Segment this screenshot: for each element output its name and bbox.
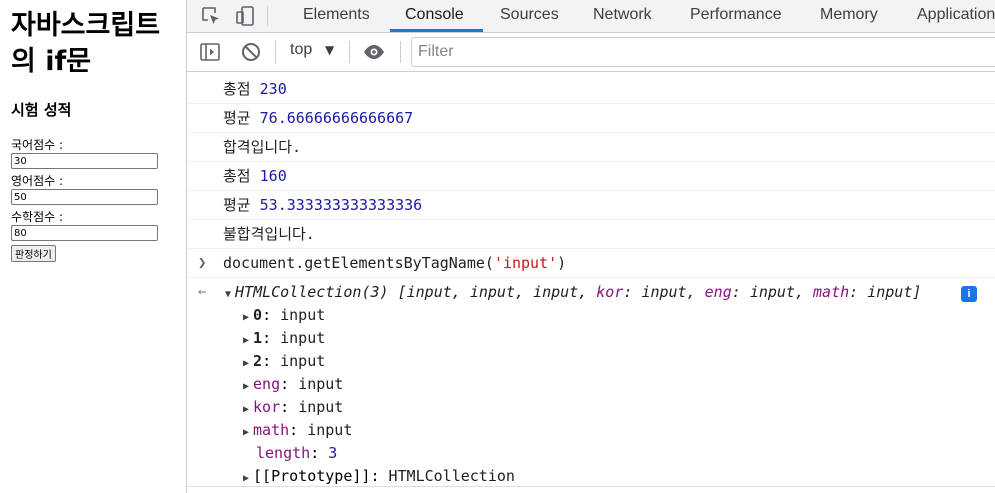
- toolbar-separator: [275, 41, 276, 63]
- tab-memory[interactable]: Memory: [820, 0, 878, 32]
- tab-elements[interactable]: Elements: [303, 0, 370, 32]
- collection-prop[interactable]: ▶ eng: input: [243, 373, 343, 396]
- devtools-panel: Elements Console Sources Network Perform…: [187, 0, 995, 493]
- log-row: 평균 76.66666666666667: [187, 104, 995, 133]
- console-bottom-border: [187, 486, 995, 487]
- log-label: 불합격입니다.: [223, 225, 315, 243]
- page-title: 자바스크립트의 if문: [11, 10, 161, 77]
- device-toolbar-icon[interactable]: [233, 4, 257, 28]
- log-label: 총점: [223, 80, 251, 98]
- log-row: 불합격입니다.: [187, 220, 995, 249]
- devtools-tabbar: Elements Console Sources Network Perform…: [187, 0, 995, 33]
- prompt-chevron-icon: ❯: [198, 255, 207, 271]
- collection-prop[interactable]: ▶ math: input: [243, 419, 352, 442]
- math-score-label: 수학점수 :: [11, 210, 64, 224]
- clear-console-icon[interactable]: [239, 40, 263, 64]
- tab-console[interactable]: Console: [405, 0, 464, 32]
- english-score-input[interactable]: [11, 189, 158, 205]
- page-viewport: 자바스크립트의 if문 시험 성적 국어점수 : 영어점수 : 수학점수 : 판…: [0, 0, 186, 493]
- inspect-element-icon[interactable]: [199, 4, 223, 28]
- log-value: 230: [259, 80, 287, 98]
- tabbar-separator: [267, 6, 268, 26]
- toolbar-separator: [400, 41, 401, 63]
- collection-prop[interactable]: ▶ 0: input: [243, 304, 325, 327]
- log-label: 평균: [223, 196, 251, 214]
- log-row: 평균 53.333333333333336: [187, 191, 995, 220]
- active-tab-indicator: [390, 29, 483, 32]
- log-row: 총점 160: [187, 162, 995, 191]
- collection-prop[interactable]: ▶ 1: input: [243, 327, 325, 350]
- toolbar-separator: [349, 41, 350, 63]
- prototype-prop[interactable]: ▶ [[Prototype]]: HTMLCollection: [243, 465, 515, 488]
- log-row: 합격입니다.: [187, 133, 995, 162]
- console-toolbar: top ▼ Filter: [187, 33, 995, 72]
- tab-performance[interactable]: Performance: [690, 0, 782, 32]
- console-output: 총점 230 평균 76.66666666666667 합격입니다. 총점 16…: [187, 72, 995, 493]
- log-label: 총점: [223, 167, 251, 185]
- log-label: 합격입니다.: [223, 138, 302, 156]
- korean-score-input[interactable]: [11, 153, 158, 169]
- tab-application[interactable]: Application: [917, 0, 995, 32]
- return-arrow-icon: ←: [198, 284, 207, 300]
- chevron-down-icon[interactable]: ▼: [325, 43, 334, 57]
- math-score-input[interactable]: [11, 225, 158, 241]
- command-row: ❯ document.getElementsByTagName('input'): [187, 249, 995, 278]
- korean-score-label: 국어점수 :: [11, 138, 64, 152]
- log-value: 160: [259, 167, 287, 185]
- english-score-label: 영어점수 :: [11, 174, 64, 188]
- sidebar-toggle-icon[interactable]: [198, 40, 222, 64]
- info-icon[interactable]: i: [961, 286, 977, 302]
- log-label: 평균: [223, 109, 251, 127]
- command-text[interactable]: document.getElementsByTagName('input'): [223, 249, 566, 277]
- page-subtitle: 시험 성적: [11, 101, 72, 119]
- tab-sources[interactable]: Sources: [500, 0, 559, 32]
- tab-network[interactable]: Network: [593, 0, 652, 32]
- log-value: 53.333333333333336: [259, 196, 423, 214]
- filter-placeholder: Filter: [418, 43, 454, 60]
- length-prop: length: 3: [256, 444, 338, 462]
- judge-button[interactable]: 판정하기: [11, 245, 56, 262]
- result-row: ← ▼ HTMLCollection(3) [input, input, inpu…: [187, 278, 995, 306]
- filter-input[interactable]: Filter: [411, 37, 995, 67]
- collection-prop[interactable]: ▶ 2: input: [243, 350, 325, 373]
- context-selector[interactable]: top: [290, 41, 312, 59]
- log-row: 총점 230: [187, 75, 995, 104]
- collection-preview[interactable]: ▼ HTMLCollection(3) [input, input, input,…: [225, 278, 921, 309]
- eye-icon[interactable]: [362, 40, 386, 64]
- collection-prop[interactable]: ▶ kor: input: [243, 396, 343, 419]
- log-value: 76.66666666666667: [259, 109, 414, 127]
